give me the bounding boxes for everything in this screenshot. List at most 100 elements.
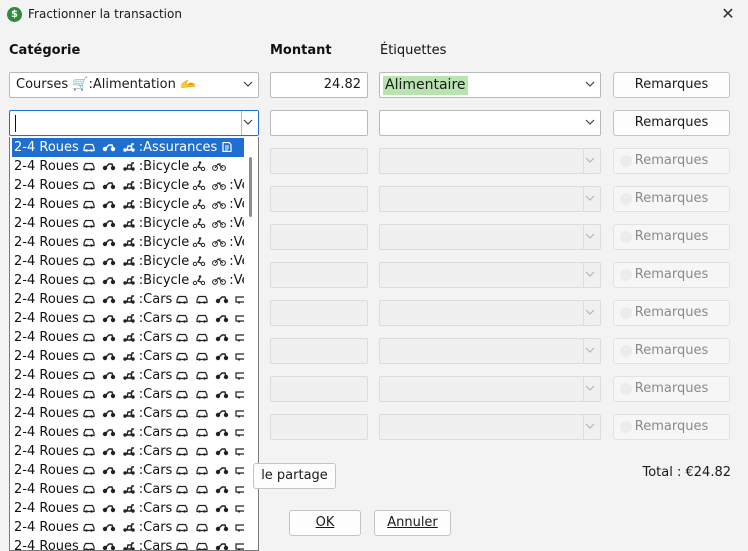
dropdown-item[interactable]: 2-4 Roues:Cars bbox=[12, 423, 244, 442]
dropdown-item[interactable]: 2-4 Roues:Bicycle bbox=[12, 157, 244, 176]
notes-label: Remarques bbox=[634, 381, 709, 396]
dropdown-item[interactable]: 2-4 Roues:Cars bbox=[12, 480, 244, 499]
close-icon[interactable]: ✕ bbox=[716, 3, 740, 27]
bicycle-icon bbox=[189, 216, 229, 231]
notes-icon bbox=[620, 421, 632, 433]
dropdown-item[interactable]: 2-4 Roues:Bicycle:Vé bbox=[12, 195, 244, 214]
dropdown-item-suffix: :Cars bbox=[138, 368, 173, 383]
dropdown-item[interactable]: 2-4 Roues:Cars bbox=[12, 461, 244, 480]
dropdown-item[interactable]: 2-4 Roues:Cars bbox=[12, 537, 244, 550]
dropdown-item[interactable]: 2-4 Roues:Bicycle:Vé bbox=[12, 252, 244, 271]
split-button[interactable]: le partage bbox=[253, 463, 336, 489]
dropdown-item[interactable]: 2-4 Roues:Cars bbox=[12, 309, 244, 328]
title-bar: $ Fractionner la transaction ✕ bbox=[0, 0, 748, 30]
dropdown-item[interactable]: 2-4 Roues:Cars bbox=[12, 499, 244, 518]
dropdown-item-prefix: 2-4 Roues bbox=[14, 178, 79, 193]
vehicle-icons bbox=[79, 406, 139, 421]
dropdown-item[interactable]: 2-4 Roues:Cars bbox=[12, 404, 244, 423]
car-icon bbox=[172, 292, 244, 307]
notes-button: Remarques bbox=[613, 186, 730, 212]
vehicle-icons bbox=[79, 539, 139, 550]
dropdown-item[interactable]: 2-4 Roues:Assurances bbox=[12, 138, 244, 157]
car-icon bbox=[172, 387, 244, 402]
chevron-down-icon[interactable] bbox=[584, 116, 596, 128]
vehicle-icons bbox=[79, 235, 139, 250]
bicycle-icon bbox=[189, 254, 229, 269]
dropdown-item[interactable]: 2-4 Roues:Bicycle:Vé bbox=[12, 176, 244, 195]
vehicle-icons bbox=[79, 444, 139, 459]
category-combo[interactable] bbox=[9, 110, 259, 136]
dropdown-item-suffix: :Cars bbox=[138, 482, 173, 497]
notes-button[interactable]: Remarques bbox=[613, 72, 730, 98]
amount-value: 24.82 bbox=[323, 77, 361, 92]
chevron-down-icon bbox=[584, 154, 596, 166]
vehicle-icons bbox=[79, 482, 139, 497]
vehicle-icons bbox=[79, 178, 139, 193]
car-icon bbox=[172, 520, 244, 535]
dropdown-item-suffix: :Bicycle bbox=[138, 273, 190, 288]
dropdown-item[interactable]: 2-4 Roues:Cars bbox=[12, 518, 244, 537]
dropdown-item[interactable]: 2-4 Roues:Bicycle:Vé bbox=[12, 271, 244, 290]
dropdown-scrollbar[interactable] bbox=[249, 157, 252, 217]
tags-combo[interactable]: Alimentaire bbox=[379, 72, 601, 98]
dropdown-item[interactable]: 2-4 Roues:Cars bbox=[12, 385, 244, 404]
dropdown-item-prefix: 2-4 Roues bbox=[14, 254, 79, 269]
vehicle-icons bbox=[79, 292, 139, 307]
category-dropdown-list[interactable]: 2-4 Roues:Assurances 2-4 Roues:Bicycle 2-4… bbox=[9, 137, 259, 551]
dropdown-item-extra: :Vé bbox=[229, 197, 244, 212]
dropdown-item-extra: :Vé bbox=[229, 273, 244, 288]
dropdown-item-prefix: 2-4 Roues bbox=[14, 140, 79, 155]
vehicle-icons bbox=[79, 349, 139, 364]
tags-combo[interactable] bbox=[379, 110, 601, 136]
tags-combo bbox=[379, 376, 601, 402]
notes-button[interactable]: Remarques bbox=[613, 110, 730, 136]
dropdown-item-prefix: 2-4 Roues bbox=[14, 463, 79, 478]
car-icon bbox=[172, 349, 244, 364]
car-icon bbox=[172, 368, 244, 383]
category-value: Courses 🛒:Alimentation 🫴 bbox=[16, 77, 197, 92]
bicycle-icon bbox=[189, 178, 229, 193]
car-icon bbox=[172, 444, 244, 459]
vehicle-icons bbox=[79, 425, 139, 440]
car-icon bbox=[172, 463, 244, 478]
amount-field bbox=[270, 414, 368, 440]
dropdown-item[interactable]: 2-4 Roues:Bicycle:Vé bbox=[12, 233, 244, 252]
chevron-down-icon bbox=[584, 268, 596, 280]
notes-icon bbox=[620, 307, 632, 319]
car-icon bbox=[172, 501, 244, 516]
cancel-button[interactable]: Annuler bbox=[374, 510, 451, 536]
bicycle-icon bbox=[189, 235, 229, 250]
amount-field[interactable] bbox=[270, 110, 368, 136]
category-combo[interactable]: Courses 🛒:Alimentation 🫴 bbox=[9, 72, 259, 98]
notes-button: Remarques bbox=[613, 148, 730, 174]
dropdown-item-prefix: 2-4 Roues bbox=[14, 235, 79, 250]
car-icon bbox=[172, 406, 244, 421]
dropdown-item-prefix: 2-4 Roues bbox=[14, 159, 79, 174]
dropdown-item[interactable]: 2-4 Roues:Cars bbox=[12, 366, 244, 385]
dropdown-item[interactable]: 2-4 Roues:Cars bbox=[12, 347, 244, 366]
car-icon bbox=[172, 330, 244, 345]
dropdown-item[interactable]: 2-4 Roues:Cars bbox=[12, 442, 244, 461]
bicycle-icon bbox=[189, 273, 229, 288]
notes-label: Remarques bbox=[634, 77, 709, 92]
bicycle-icon bbox=[189, 197, 229, 212]
chevron-down-icon[interactable] bbox=[584, 78, 596, 90]
amount-field[interactable]: 24.82 bbox=[270, 72, 368, 98]
chevron-down-icon[interactable] bbox=[242, 78, 254, 90]
chevron-down-icon[interactable] bbox=[242, 116, 254, 128]
notes-icon bbox=[620, 231, 632, 243]
dropdown-item[interactable]: 2-4 Roues:Cars bbox=[12, 290, 244, 309]
notes-label: Remarques bbox=[634, 343, 709, 358]
dropdown-item-suffix: :Cars bbox=[138, 292, 173, 307]
dropdown-item[interactable]: 2-4 Roues:Bicycle:Vé bbox=[12, 214, 244, 233]
vehicle-icons bbox=[79, 159, 139, 174]
dropdown-item[interactable]: 2-4 Roues:Cars bbox=[12, 328, 244, 347]
car-icon bbox=[172, 311, 244, 326]
amount-field bbox=[270, 148, 368, 174]
header-category: Catégorie bbox=[9, 43, 81, 58]
dropdown-item-prefix: 2-4 Roues bbox=[14, 330, 79, 345]
ok-button[interactable]: OK bbox=[289, 510, 361, 536]
text-caret bbox=[15, 115, 16, 132]
tag-value: Alimentaire bbox=[383, 76, 468, 95]
notes-button: Remarques bbox=[613, 414, 730, 440]
